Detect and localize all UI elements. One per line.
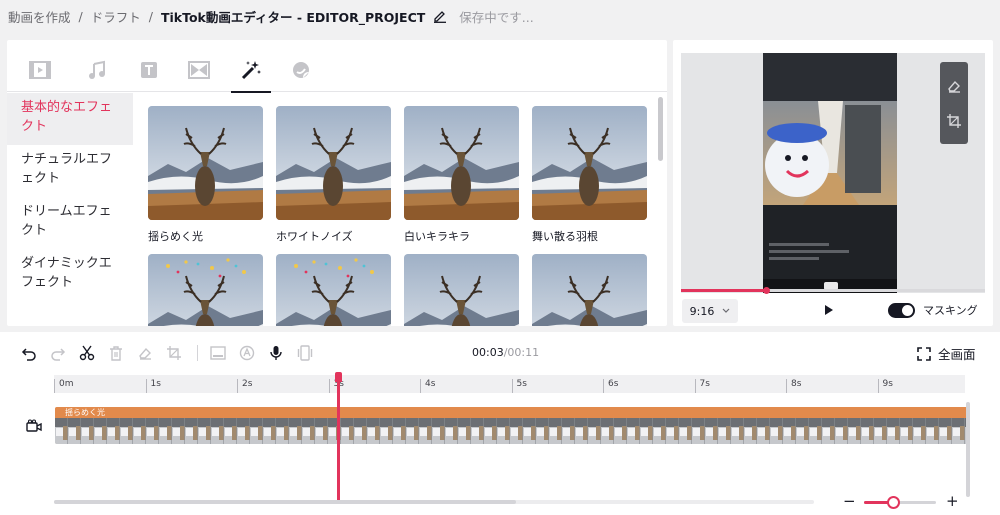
effect-category-list: 基本的なエフェクト ナチュラルエフェクト ドリームエフェクト ダイナミックエフェ… [7,93,133,326]
effect-label: 舞い散る羽根 [532,230,598,243]
ruler-tick: 2s [237,379,252,393]
total-time: /00:11 [503,346,540,359]
trash-icon[interactable] [107,344,125,362]
preview-progress-fill [681,289,767,292]
timeline-ruler[interactable]: 0m1s2s3s4s5s6s7s8s9s [54,375,965,393]
video-track-icon [26,418,42,437]
masking-toggle[interactable] [888,302,915,318]
transition-icon[interactable] [181,52,217,88]
ruler-tick: 7s [694,379,710,393]
project-title: TikTok動画エディター - EDITOR_PROJECT [160,9,426,25]
effect-thumbnail [148,254,263,326]
category-natural[interactable]: ナチュラルエフェクト [7,145,133,197]
preview-progress-track[interactable] [681,287,985,294]
freeze-icon[interactable] [296,344,314,362]
effect-card[interactable]: 白いキラキラ [404,106,519,244]
aspect-ratio-value: 9:16 [689,304,715,318]
breadcrumb-separator: / [78,8,83,24]
undo-icon[interactable] [20,344,38,362]
breadcrumb: 動画を作成 / ドラフト / TikTok動画エディター - EDITOR_PR… [0,0,1000,32]
fullscreen-button[interactable]: 全画面 [917,344,976,363]
scissors-icon[interactable] [78,344,96,362]
breadcrumb-separator: / [148,8,153,24]
effect-thumbnail [404,106,519,220]
zoom-out-button[interactable]: − [843,494,856,509]
effect-thumbnail [276,106,391,220]
effect-label: 白いキラキラ [404,230,470,243]
preview-side-tools [940,62,968,144]
ruler-tick: 6s [603,379,618,393]
text-icon[interactable] [131,52,167,88]
effect-card[interactable]: 舞い散る羽根 [532,106,647,244]
effect-thumbnail [148,106,263,220]
pencil-icon[interactable] [433,9,447,23]
ruler-tick: 5s [511,379,527,393]
ruler-tick: 9s [877,379,893,393]
crop-icon[interactable] [165,344,183,362]
breadcrumb-drafts[interactable]: ドラフト [91,7,141,26]
timecode: 00:03/00:11 [472,346,539,359]
save-status: 保存中です... [459,9,534,25]
effect-card[interactable] [404,254,519,326]
fullscreen-label: 全画面 [938,347,976,362]
effects-panel: 基本的なエフェクト ナチュラルエフェクト ドリームエフェクト ダイナミックエフェ… [7,40,667,326]
timeline-scrollbar[interactable] [54,500,516,504]
eraser-icon[interactable] [136,344,154,362]
category-dream[interactable]: ドリームエフェクト [7,197,133,249]
breadcrumb-create[interactable]: 動画を作成 [8,7,71,26]
effects-wand-icon[interactable] [231,52,271,93]
effect-thumbnail [404,254,519,326]
current-time: 00:03 [472,346,504,359]
sticker-icon[interactable] [283,52,319,88]
zoom-slider[interactable] [864,496,936,509]
masking-label: マスキング [923,304,978,317]
crop-icon[interactable] [946,113,962,129]
play-icon [825,305,833,315]
effect-tag[interactable]: 揺らめく光 [55,407,968,418]
masking-control: マスキング [888,302,978,318]
zoom-slider-knob[interactable] [886,496,900,509]
play-button[interactable] [820,302,836,318]
effect-thumbnail [532,106,647,220]
video-preview[interactable] [763,53,897,293]
ruler-tick: 4s [420,379,435,393]
effect-card[interactable] [276,254,391,326]
category-basic[interactable]: 基本的なエフェクト [7,93,133,145]
ruler-tick: 1s [145,379,161,393]
timeline-vertical-scrollbar[interactable] [966,402,970,497]
fullscreen-icon [917,346,931,361]
music-icon[interactable] [79,52,115,88]
effect-label: ホワイトノイズ [276,230,353,243]
eraser-icon[interactable] [946,78,962,94]
auto-caption-icon[interactable] [238,344,256,362]
chevron-down-icon [722,308,730,313]
subtitle-icon[interactable] [209,344,227,362]
redo-icon[interactable] [49,344,67,362]
effect-thumbnail [276,254,391,326]
effect-thumbnail [532,254,647,326]
media-tab-bar [7,40,667,93]
effect-card[interactable] [532,254,647,326]
effect-card[interactable] [148,254,263,326]
zoom-in-button[interactable]: + [946,494,959,509]
effect-label: 揺らめく光 [148,230,203,243]
aspect-ratio-select[interactable]: 9:16 [682,299,738,323]
effect-card[interactable]: 揺らめく光 [148,106,263,244]
microphone-icon[interactable] [267,344,285,362]
effect-card[interactable]: ホワイトノイズ [276,106,391,244]
toolbar-divider [197,345,198,361]
ruler-tick: 0m [54,379,74,393]
effect-tag-label: 揺らめく光 [65,408,105,417]
video-clip[interactable]: 揺らめく光 [55,407,968,444]
effects-scrollbar[interactable] [658,97,663,161]
category-dynamic[interactable]: ダイナミックエフェクト [7,249,133,301]
ruler-tick: 8s [786,379,801,393]
playhead[interactable] [336,373,340,500]
video-icon[interactable] [22,52,58,88]
timeline-panel: 00:03/00:11 全画面 0m1s2s3s4s5s6s7s8s9s 揺らめ… [0,332,1000,515]
